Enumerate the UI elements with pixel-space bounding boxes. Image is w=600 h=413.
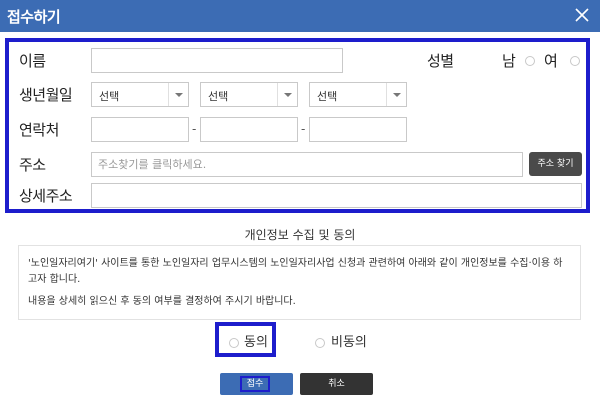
birth-month-value: 선택 — [208, 90, 229, 103]
privacy-section-title: 개인정보 수집 및 동의 — [244, 228, 356, 242]
phone-input-3[interactable] — [309, 117, 407, 142]
name-input[interactable] — [91, 48, 343, 73]
birth-day-value: 선택 — [317, 90, 338, 103]
address-label: 주소 — [19, 156, 46, 174]
gender-male-label: 남 — [502, 52, 516, 70]
gender-male-radio[interactable] — [525, 56, 535, 66]
agree-label: 동의 — [244, 335, 268, 350]
disagree-label: 비동의 — [331, 335, 367, 350]
submit-button-label: 접수 — [240, 376, 270, 392]
close-icon[interactable] — [572, 5, 592, 25]
chevron-down-icon — [175, 93, 183, 97]
name-label: 이름 — [19, 52, 46, 70]
privacy-notice-text: 내용을 상세히 읽으신 후 동의 여부를 결정하여 주시기 바랍니다. — [28, 296, 296, 307]
chevron-down-icon — [284, 93, 292, 97]
phone-separator: - — [192, 122, 197, 136]
cancel-button[interactable]: 취소 — [300, 373, 373, 395]
modal-header: 접수하기 — [0, 0, 600, 32]
applicant-form: 이름 성별 남 여 생년월일 선택 선택 선택 연락처 - - 주소 주소찾기를… — [5, 38, 590, 213]
disagree-radio[interactable] — [315, 338, 325, 348]
birth-label: 생년월일 — [19, 86, 73, 104]
birth-year-select[interactable]: 선택 — [91, 82, 189, 107]
chevron-down-icon — [393, 93, 401, 97]
agree-radio[interactable] — [229, 338, 239, 348]
address-search-button[interactable]: 주소 찾기 — [529, 152, 582, 176]
gender-label: 성별 — [427, 52, 454, 70]
phone-label: 연락처 — [19, 121, 59, 139]
gender-female-radio[interactable] — [570, 56, 580, 66]
birth-month-select[interactable]: 선택 — [200, 82, 298, 107]
detail-address-input[interactable] — [91, 183, 582, 208]
modal-title: 접수하기 — [7, 8, 61, 26]
privacy-notice: '노인일자리여기' 사이트를 통한 노인일자리 업무시스템의 노인일자리사업 신… — [18, 245, 581, 320]
phone-input-1[interactable] — [91, 117, 189, 142]
birth-year-value: 선택 — [99, 90, 120, 103]
detail-address-label: 상세주소 — [19, 187, 73, 205]
submit-button[interactable]: 접수 — [220, 373, 293, 395]
phone-separator: - — [301, 122, 306, 136]
privacy-notice-text: '노인일자리여기' 사이트를 통한 노인일자리 업무시스템의 노인일자리사업 신… — [28, 258, 563, 285]
gender-female-label: 여 — [544, 52, 558, 70]
birth-day-select[interactable]: 선택 — [309, 82, 407, 107]
address-input[interactable]: 주소찾기를 클릭하세요. — [91, 152, 523, 177]
apply-modal: 접수하기 이름 성별 남 여 생년월일 선택 선택 선택 연락처 - - 주소 … — [0, 0, 600, 413]
phone-input-2[interactable] — [200, 117, 298, 142]
